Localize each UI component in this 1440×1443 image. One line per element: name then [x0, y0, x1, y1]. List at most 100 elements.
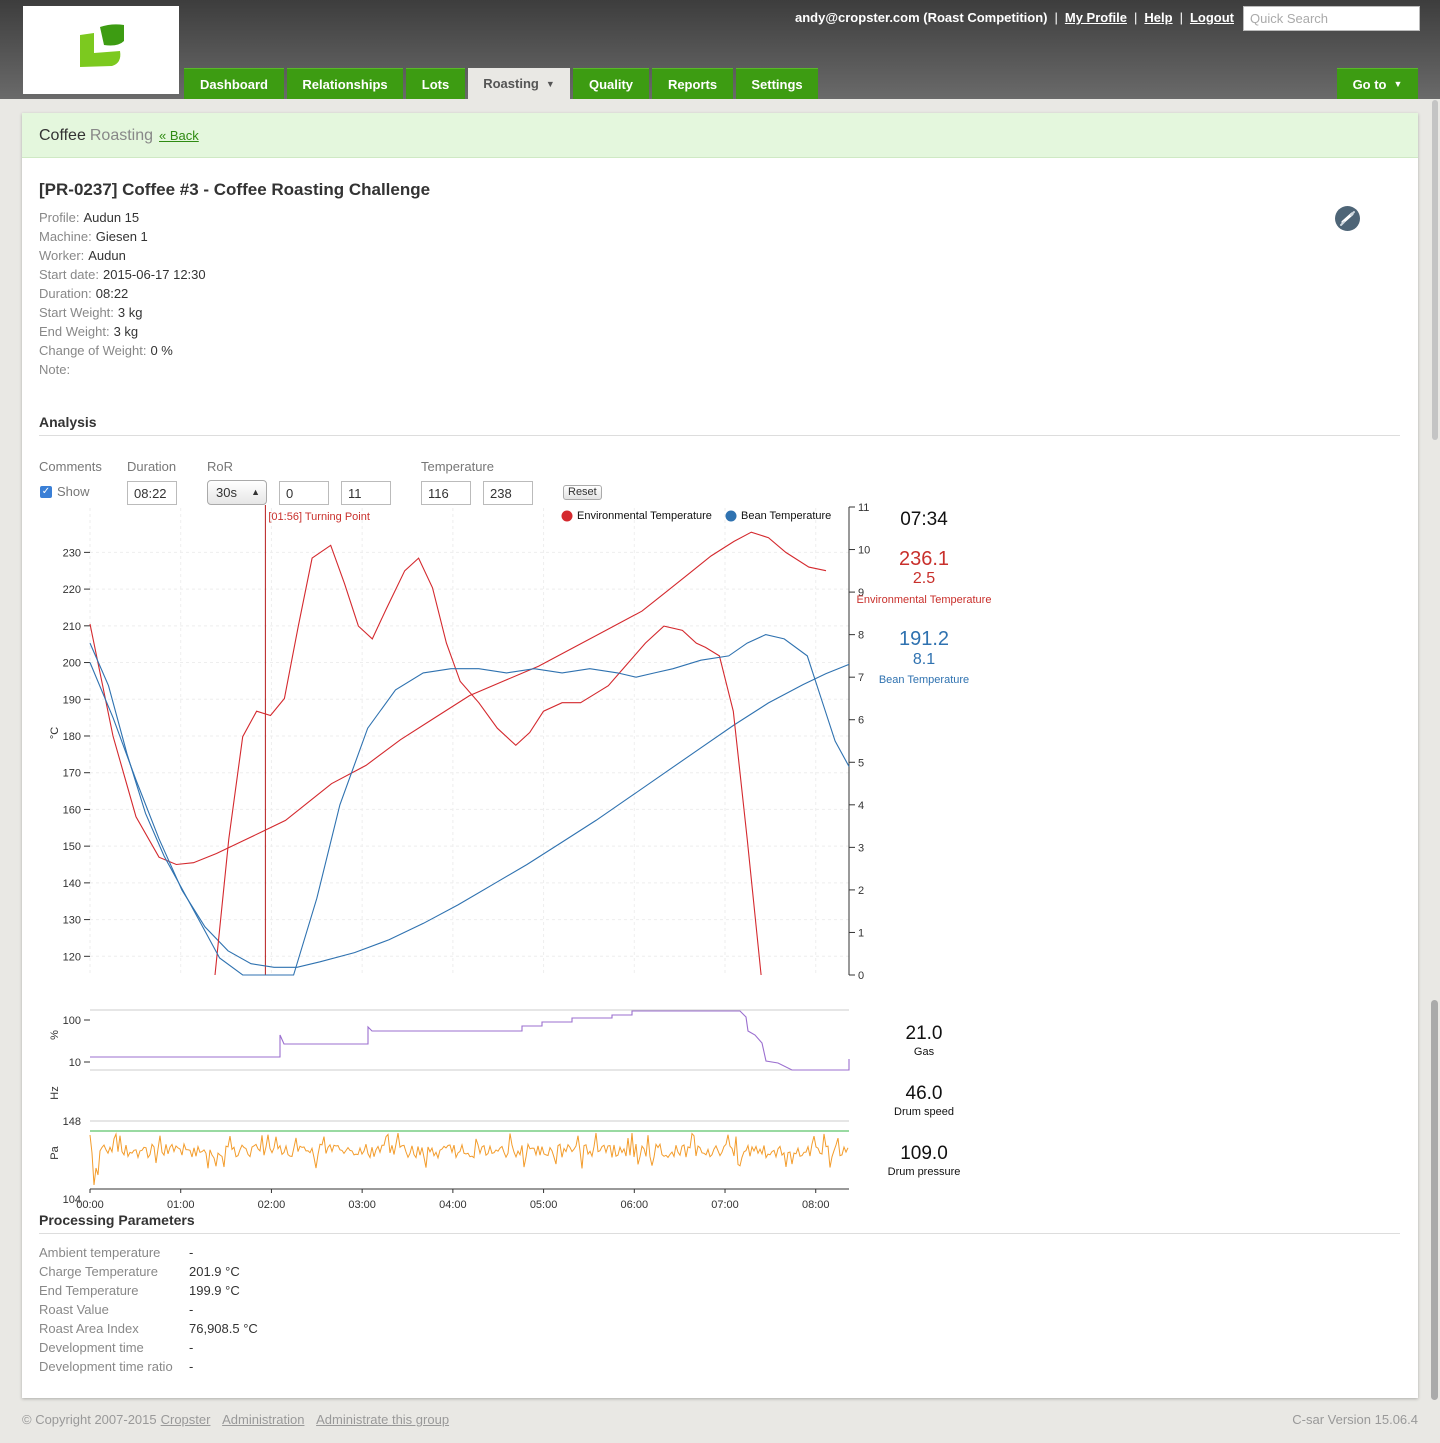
y-tick-label: 210 — [63, 621, 81, 633]
parameter-label: Charge Temperature — [39, 1264, 158, 1279]
y2-tick-label: 3 — [858, 842, 864, 854]
series-line-drum-pressure — [89, 1132, 849, 1186]
y-tick-label: 220 — [63, 584, 81, 596]
cropster-logo[interactable] — [23, 6, 179, 94]
logout-link[interactable]: Logout — [1190, 10, 1234, 25]
series-line-bean-temperature — [89, 662, 850, 968]
footer: © Copyright 2007-2015 Cropster Administra… — [22, 1412, 1418, 1427]
tab-lots[interactable]: Lots — [406, 68, 465, 99]
series-line-environmental-temperature — [89, 531, 827, 866]
scrollbar-thumb[interactable] — [1431, 1000, 1438, 1400]
readout-gas-label: Gas — [913, 1046, 935, 1058]
readout-time: 07:34 — [900, 509, 948, 530]
tab-label: Relationships — [302, 76, 388, 92]
y-tick-label: 170 — [63, 768, 81, 780]
readout-drum-pressure: 109.0 — [900, 1143, 948, 1164]
roast-chart[interactable]: 00:00 01:00 02:00 03:00 04:00 05:00 06:00 07:00… — [22, 113, 1418, 1213]
my-profile-link[interactable]: My Profile — [1065, 10, 1127, 25]
parameter-value: 76,908.5 °C — [189, 1321, 258, 1336]
legend-bt-dot — [725, 510, 737, 522]
divider — [39, 1233, 1400, 1234]
chevron-down-icon: ▼ — [545, 78, 555, 89]
drum-speed-axis-label: Hz — [49, 1086, 61, 1099]
user-email: andy@cropster.com (Roast Competition) — [795, 10, 1048, 25]
readout-bt-temp: 191.2 — [898, 628, 950, 650]
readout-bt-ror: 8.1 — [912, 651, 936, 668]
x-tick-label: 02:00 — [258, 1199, 286, 1211]
gas-tick-label: 10 — [69, 1057, 81, 1069]
y2-tick-label: 4 — [858, 800, 864, 812]
tab-relationships[interactable]: Relationships — [287, 68, 403, 99]
readout-et-ror: 2.5 — [912, 570, 936, 587]
tab-label: Reports — [667, 76, 718, 92]
x-tick-label: 07:00 — [711, 1199, 739, 1211]
series-line-bean-temperature-ror — [89, 634, 850, 976]
y-tick-label: 190 — [63, 694, 81, 706]
y2-tick-label: 6 — [858, 715, 864, 727]
parameter-label: Development time — [39, 1340, 144, 1355]
y-tick-label: 130 — [63, 915, 81, 927]
administrate-group-link[interactable]: Administrate this group — [316, 1412, 449, 1427]
legend-et-label: Environmental Temperature — [577, 510, 712, 522]
parameter-label: Ambient temperature — [39, 1245, 161, 1260]
parameter-label: Roast Area Index — [39, 1321, 139, 1336]
tab-label: Settings — [751, 76, 803, 92]
parameter-value: - — [189, 1340, 194, 1355]
pressure-axis-label: Pa — [49, 1145, 61, 1159]
tab-roasting[interactable]: Roasting ▼ — [468, 68, 570, 99]
chevron-down-icon: ▼ — [1393, 79, 1403, 89]
tab-reports[interactable]: Reports — [652, 68, 733, 99]
y-tick-label: 230 — [63, 547, 81, 559]
parameter-value: 201.9 °C — [189, 1264, 240, 1279]
parameter-value: - — [189, 1245, 194, 1260]
readout-et-label: Environmental Temperature — [856, 594, 992, 606]
tab-label: Lots — [421, 76, 450, 92]
readout-drum-speed-label: Drum speed — [894, 1106, 954, 1118]
tab-quality[interactable]: Quality — [573, 68, 649, 99]
scrollbar-track[interactable] — [1432, 100, 1438, 440]
goto-label: Go to — [1352, 76, 1387, 92]
y2-tick-label: 5 — [858, 757, 864, 769]
tab-settings[interactable]: Settings — [736, 68, 818, 99]
tab-dashboard[interactable]: Dashboard — [184, 68, 284, 99]
readout-gas: 21.0 — [905, 1023, 943, 1044]
help-link[interactable]: Help — [1144, 10, 1172, 25]
administration-link[interactable]: Administration — [222, 1412, 304, 1427]
quick-search-input[interactable] — [1243, 6, 1420, 31]
series-line-environmental-temperature-ror — [214, 544, 762, 976]
legend-bt-label: Bean Temperature — [741, 510, 831, 522]
x-tick-label: 04:00 — [439, 1199, 467, 1211]
y-tick-label: 200 — [63, 658, 81, 670]
parameter-value: - — [189, 1359, 194, 1374]
readout-bt-label: Bean Temperature — [878, 674, 970, 686]
y-axis-label: °C — [49, 727, 61, 739]
readout-et-temp: 236.1 — [898, 548, 950, 570]
x-tick-label: 05:00 — [530, 1199, 558, 1211]
turning-point-label: [01:56] Turning Point — [268, 511, 370, 523]
goto-menu-button[interactable]: Go to ▼ — [1337, 68, 1418, 99]
y2-tick-label: 1 — [858, 927, 864, 939]
x-tick-label: 03:00 — [348, 1199, 376, 1211]
app-header: andy@cropster.com (Roast Competition) | My… — [0, 0, 1440, 99]
user-bar: andy@cropster.com (Roast Competition) | My… — [795, 10, 1234, 25]
cropster-link[interactable]: Cropster — [161, 1412, 211, 1427]
leaf-logo-icon — [80, 24, 124, 67]
tab-label: Quality — [588, 76, 634, 92]
tab-label: Roasting — [483, 76, 539, 91]
y2-tick-label: 0 — [858, 970, 864, 982]
y-tick-label: 140 — [63, 878, 81, 890]
parameter-label: End Temperature — [39, 1283, 139, 1298]
parameter-label: Roast Value — [39, 1302, 109, 1317]
y-tick-label: 150 — [63, 841, 81, 853]
pressure-tick-label: 148 — [63, 1116, 81, 1128]
readout-drum-speed: 46.0 — [905, 1083, 943, 1104]
series-line-gas — [90, 1010, 850, 1071]
y2-tick-label: 2 — [858, 885, 864, 897]
tab-label: Dashboard — [200, 76, 268, 92]
y-tick-label: 160 — [63, 804, 81, 816]
gas-axis-label: % — [49, 1030, 61, 1040]
parameter-value: 199.9 °C — [189, 1283, 240, 1298]
x-tick-label: 08:00 — [802, 1199, 830, 1211]
content-panel: Coffee Roasting « Back [PR-0237] Coffee #3… — [22, 113, 1418, 1398]
parameter-value: - — [189, 1302, 194, 1317]
